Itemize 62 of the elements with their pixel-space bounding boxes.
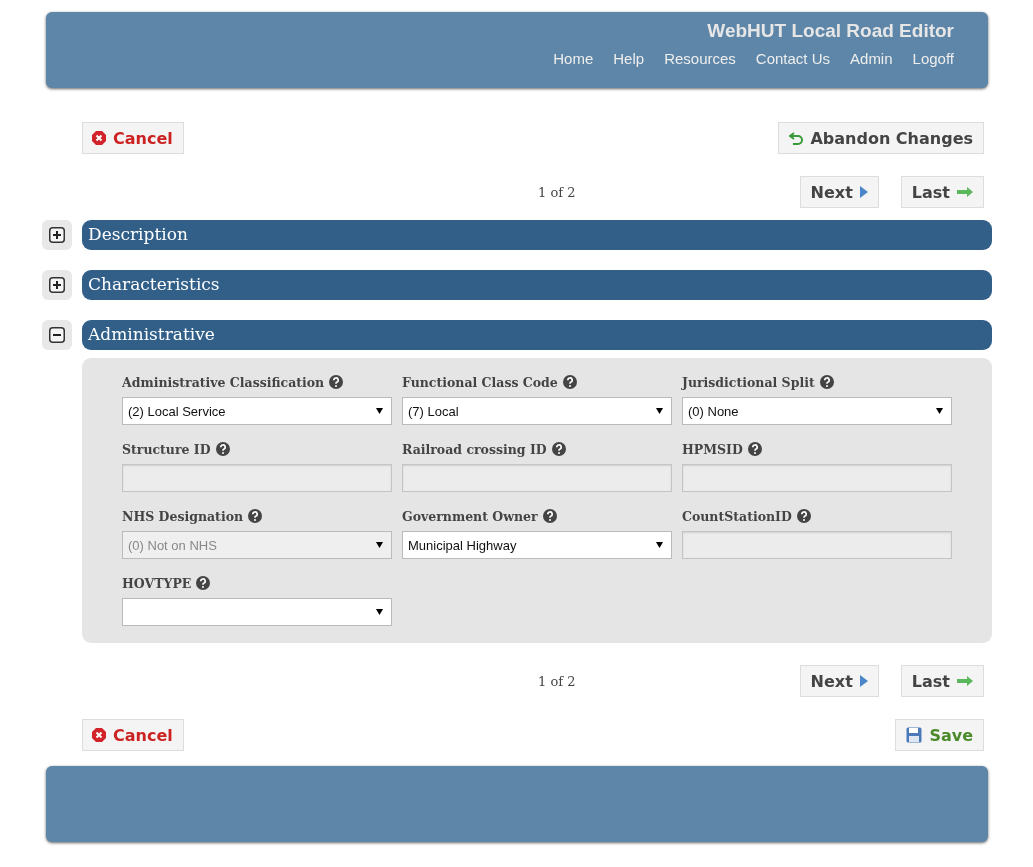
plus-icon (49, 277, 65, 293)
triangle-right-icon (859, 186, 868, 198)
dropdown[interactable]: (2) Local Service (122, 397, 392, 425)
expand-toggle[interactable] (42, 270, 72, 300)
help-icon (196, 576, 211, 590)
help-icon (747, 442, 762, 456)
cancel-icon (92, 131, 106, 145)
field-label: HPMSID (682, 441, 743, 457)
help-icon (329, 375, 344, 389)
undo-arrow-icon (789, 131, 804, 145)
nav-link[interactable]: Contact Us (755, 50, 831, 67)
help-icon (551, 442, 566, 456)
field-label: Functional Class Code (402, 374, 558, 390)
caret-icon (656, 408, 663, 414)
help-icon (248, 509, 263, 523)
field-label: Railroad crossing ID (402, 441, 547, 457)
dropdown[interactable] (122, 598, 392, 626)
abandon-changes-button[interactable]: Abandon Changes (778, 122, 984, 154)
triangle-right-icon (859, 675, 868, 687)
nav-link[interactable]: Help (613, 50, 645, 67)
caret-icon (656, 542, 663, 548)
help-icon (819, 375, 834, 389)
caret-icon (376, 408, 383, 414)
help-icon (542, 509, 557, 523)
expand-toggle[interactable] (42, 320, 72, 350)
last-button[interactable]: Last (900, 176, 984, 208)
section-header[interactable]: Description (82, 220, 992, 250)
field-label: Government Owner (402, 508, 538, 524)
field-label: Jurisdictional Split (682, 374, 815, 390)
cancel-icon (92, 728, 106, 742)
app-title: WebHUT Local Road Editor (707, 20, 954, 42)
nav-link[interactable]: Resources (664, 50, 736, 67)
caret-icon (376, 542, 383, 548)
help-icon (796, 509, 811, 523)
section-header[interactable]: Characteristics (82, 270, 992, 300)
last-button[interactable]: Last (900, 665, 984, 697)
field-label: Administrative Classification (122, 374, 325, 390)
cancel-button[interactable]: Cancel (82, 122, 184, 154)
dropdown[interactable]: Municipal Highway (402, 531, 672, 559)
page-count: 1 of 2 (538, 184, 576, 200)
help-icon (215, 442, 230, 456)
next-button[interactable]: Next (799, 665, 879, 697)
section-header[interactable]: Administrative (82, 320, 992, 350)
cancel-button[interactable]: Cancel (82, 719, 184, 751)
field-label: Structure ID (122, 441, 211, 457)
nav-link[interactable]: Home (553, 50, 594, 67)
minus-icon (49, 327, 65, 343)
page-count: 1 of 2 (538, 673, 576, 689)
field-label: HOVTYPE (122, 575, 192, 591)
plus-icon (49, 227, 65, 243)
arrow-right-icon (957, 676, 973, 686)
expand-toggle[interactable] (42, 220, 72, 250)
arrow-right-icon (957, 187, 973, 197)
dropdown[interactable]: (0) None (682, 397, 952, 425)
dropdown[interactable]: (7) Local (402, 397, 672, 425)
caret-icon (936, 408, 943, 414)
save-button[interactable]: Save (895, 719, 984, 751)
help-icon (562, 375, 577, 389)
next-button[interactable]: Next (799, 176, 879, 208)
field-label: NHS Designation (122, 508, 244, 524)
caret-icon (376, 609, 383, 615)
field-label: CountStationID (682, 508, 792, 524)
